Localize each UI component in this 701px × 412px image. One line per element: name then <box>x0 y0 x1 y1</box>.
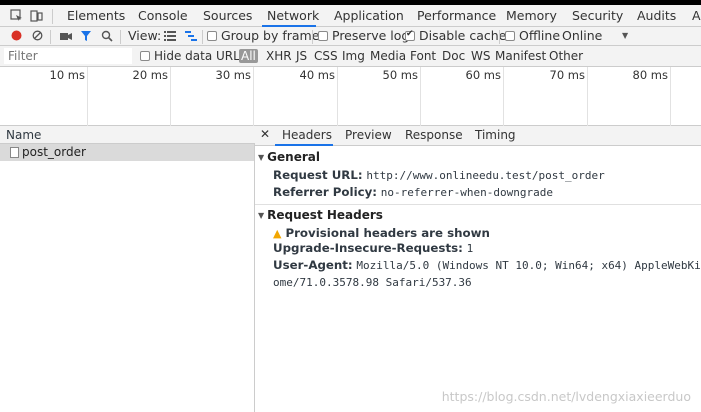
triangle-down-icon: ▼ <box>258 153 265 162</box>
tab-network[interactable]: Network <box>267 8 319 23</box>
record-icon[interactable] <box>11 30 22 41</box>
preserve-log-checkbox[interactable] <box>318 31 328 41</box>
disable-cache-checkbox[interactable] <box>405 29 415 41</box>
tab-application[interactable]: Application <box>334 8 404 23</box>
tab-security[interactable]: Security <box>572 8 623 23</box>
warning-icon: ▲ <box>273 227 282 240</box>
type-filter-other[interactable]: Other <box>549 49 583 63</box>
timeline-tick: 80 ms <box>632 68 668 82</box>
timeline-tick: 60 ms <box>465 68 501 82</box>
tab-console[interactable]: Console <box>138 8 188 23</box>
tab-elements[interactable]: Elements <box>67 8 125 23</box>
timeline-overview[interactable]: 10 ms 20 ms 30 ms 40 ms 50 ms 60 ms 70 m… <box>0 67 701 126</box>
group-by-frame-label: Group by frame <box>221 28 320 43</box>
waterfall-icon[interactable] <box>185 31 197 41</box>
request-list: Name post_order <box>0 126 255 412</box>
details-tab-bar: ✕ Headers Preview Response Timing <box>255 126 701 146</box>
type-filter-manifest[interactable]: Manifest <box>495 49 546 63</box>
chevron-down-icon[interactable]: ▼ <box>622 31 628 40</box>
offline-label: Offline <box>519 28 561 43</box>
timeline-tick: 70 ms <box>549 68 585 82</box>
tab-sources[interactable]: Sources <box>203 8 252 23</box>
disable-cache-label: Disable cache <box>419 28 507 43</box>
group-by-frame-checkbox[interactable] <box>207 31 217 41</box>
provisional-warning: ▲ Provisional headers are shown <box>273 226 490 240</box>
timeline-tick: 50 ms <box>382 68 418 82</box>
table-row[interactable]: post_order <box>0 144 254 161</box>
offline-checkbox[interactable] <box>505 31 515 41</box>
watermark: https://blog.csdn.net/lvdengxiaxieerduo <box>441 389 691 404</box>
request-url-row: Request URL: http://www.onlineedu.test/p… <box>273 168 605 182</box>
tab-overflow[interactable]: A <box>692 8 701 23</box>
user-agent-continued: ome/71.0.3578.98 Safari/537.36 <box>273 276 472 289</box>
clear-icon[interactable] <box>32 30 43 41</box>
type-filter-img[interactable]: Img <box>342 49 365 63</box>
request-details: ✕ Headers Preview Response Timing ▼ Gener… <box>255 126 701 412</box>
timeline-tick: 30 ms <box>215 68 251 82</box>
network-toolbar: View: Group by frame Preserve log Disabl… <box>0 27 701 46</box>
hide-data-urls-label: Hide data URLs <box>154 49 247 63</box>
type-filter-css[interactable]: CSS <box>314 49 338 63</box>
type-filter-xhr[interactable]: XHR <box>266 49 292 63</box>
document-icon <box>10 147 19 158</box>
search-icon[interactable] <box>101 30 113 42</box>
user-agent-row: User-Agent: Mozilla/5.0 (Windows NT 10.0… <box>273 258 701 272</box>
request-name: post_order <box>22 145 86 159</box>
general-section-header[interactable]: ▼ General <box>258 150 320 164</box>
type-filter-js[interactable]: JS <box>296 49 307 63</box>
large-rows-icon[interactable] <box>164 31 176 41</box>
request-headers-section-header[interactable]: ▼ Request Headers <box>258 208 383 222</box>
camera-icon[interactable] <box>60 31 72 41</box>
devtools-tab-bar: Elements Console Sources Network Applica… <box>0 0 701 27</box>
type-filter-all[interactable]: All <box>239 49 258 63</box>
tab-timing[interactable]: Timing <box>475 128 516 142</box>
upgrade-insecure-requests-row: Upgrade-Insecure-Requests: 1 <box>273 241 474 255</box>
filter-icon[interactable] <box>80 30 92 42</box>
preserve-log-label: Preserve log <box>332 28 410 43</box>
hide-data-urls-checkbox[interactable] <box>140 51 150 61</box>
device-toolbar-icon[interactable] <box>30 9 43 22</box>
tab-memory[interactable]: Memory <box>506 8 557 23</box>
filter-input[interactable] <box>4 48 132 64</box>
tab-response[interactable]: Response <box>405 128 463 142</box>
type-filter-doc[interactable]: Doc <box>442 49 465 63</box>
throttling-select[interactable]: Online <box>562 28 602 43</box>
inspect-element-icon[interactable] <box>10 9 23 22</box>
close-icon[interactable]: ✕ <box>260 127 270 141</box>
type-filter-ws[interactable]: WS <box>471 49 490 63</box>
tab-performance[interactable]: Performance <box>417 8 496 23</box>
timeline-tick: 40 ms <box>299 68 335 82</box>
timeline-tick: 20 ms <box>132 68 168 82</box>
type-filter-font[interactable]: Font <box>410 49 436 63</box>
tab-audits[interactable]: Audits <box>637 8 676 23</box>
name-column-header[interactable]: Name <box>0 126 255 144</box>
view-label: View: <box>128 28 162 43</box>
type-filter-media[interactable]: Media <box>370 49 406 63</box>
tab-preview[interactable]: Preview <box>345 128 392 142</box>
triangle-down-icon: ▼ <box>258 211 265 220</box>
referrer-policy-row: Referrer Policy: no-referrer-when-downgr… <box>273 185 553 199</box>
tab-headers[interactable]: Headers <box>282 128 332 142</box>
filter-bar: Hide data URLs All XHR JS CSS Img Media … <box>0 46 701 67</box>
timeline-tick: 10 ms <box>49 68 85 82</box>
active-details-tab-indicator <box>275 144 333 146</box>
